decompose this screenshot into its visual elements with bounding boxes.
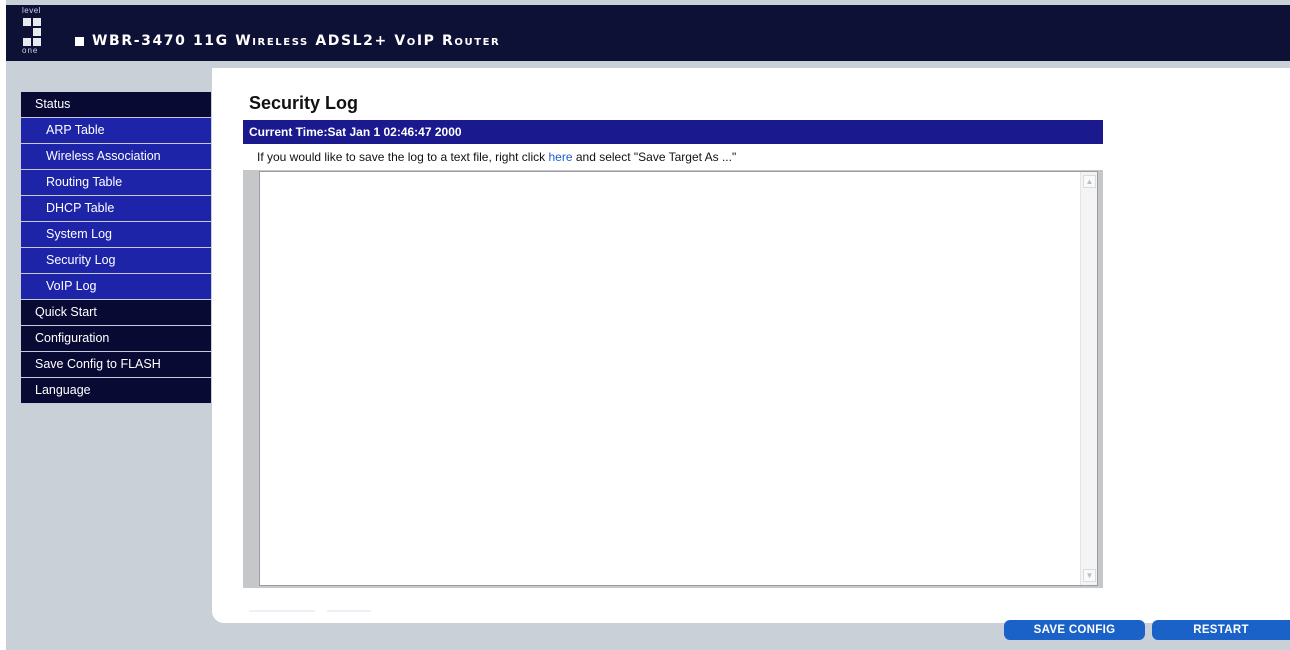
sidebar-item-status[interactable]: Status <box>21 92 211 118</box>
chevron-down-icon[interactable]: ▼ <box>1083 569 1096 582</box>
hidden-tab-left <box>249 610 315 612</box>
hidden-tab-right <box>327 610 371 612</box>
log-content <box>264 176 1077 581</box>
title-bullet-icon <box>75 37 84 46</box>
restart-button[interactable]: RESTART <box>1152 620 1290 640</box>
current-time-bar: Current Time:Sat Jan 1 02:46:47 2000 <box>243 120 1103 144</box>
router-model-title: WBR-3470 11G Wireless ADSL2+ VoIP Router <box>92 33 501 49</box>
sidebar-item-language[interactable]: Language <box>21 378 211 404</box>
save-note-text-before: If you would like to save the log to a t… <box>257 150 549 164</box>
logo-text-one: one <box>22 46 39 55</box>
sidebar-item-wireless-association[interactable]: Wireless Association <box>21 144 211 170</box>
sidebar-item-arp-table[interactable]: ARP Table <box>21 118 211 144</box>
sidebar-item-save-config-flash[interactable]: Save Config to FLASH <box>21 352 211 378</box>
sidebar-item-dhcp-table[interactable]: DHCP Table <box>21 196 211 222</box>
sidebar-nav: Status ARP Table Wireless Association Ro… <box>21 92 211 404</box>
logo-text-level: level <box>22 6 41 15</box>
security-log-textarea[interactable]: ▲ ▼ <box>259 171 1098 586</box>
save-log-instructions: If you would like to save the log to a t… <box>257 150 736 164</box>
save-log-link[interactable]: here <box>548 150 572 164</box>
sidebar-item-voip-log[interactable]: VoIP Log <box>21 274 211 300</box>
levelone-logo: level one <box>22 7 48 55</box>
save-config-button[interactable]: SAVE CONFIG <box>1004 620 1145 640</box>
sidebar-item-system-log[interactable]: System Log <box>21 222 211 248</box>
sidebar-item-security-log[interactable]: Security Log <box>21 248 211 274</box>
chevron-up-icon[interactable]: ▲ <box>1083 175 1096 188</box>
save-note-text-after: and select "Save Target As ..." <box>572 150 737 164</box>
sidebar-item-configuration[interactable]: Configuration <box>21 326 211 352</box>
page-title: Security Log <box>249 93 359 113</box>
sidebar-item-quick-start[interactable]: Quick Start <box>21 300 211 326</box>
log-scrollbar[interactable]: ▲ ▼ <box>1080 172 1097 585</box>
sidebar-item-routing-table[interactable]: Routing Table <box>21 170 211 196</box>
